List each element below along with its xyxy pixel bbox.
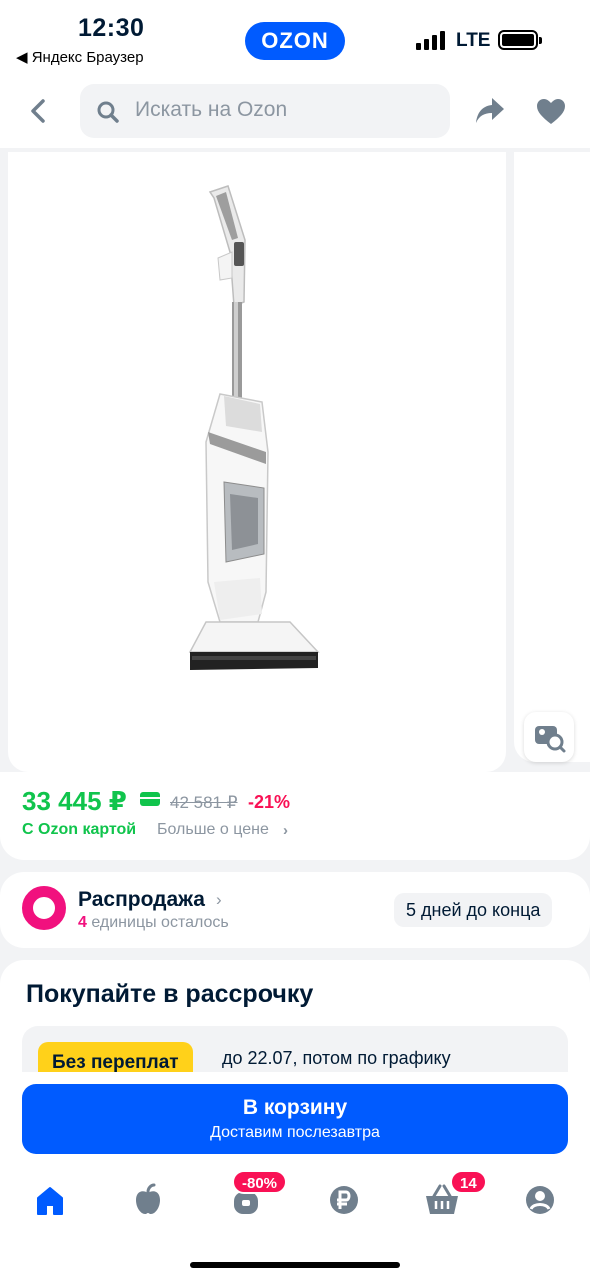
installment-title: Покупайте в рассрочку <box>26 980 314 1008</box>
sale-ring-icon <box>22 886 66 930</box>
back-to-app-link[interactable]: ◀ Яндекс Браузер <box>16 48 144 66</box>
bottom-bar: В корзину Доставим послезавтра -80% 14 <box>0 1072 590 1280</box>
discount-badge: -80% <box>232 1170 288 1194</box>
image-search-button[interactable] <box>524 712 574 762</box>
price-block: 33 445 ₽ 42 581 ₽ -21% С Ozon картой Бол… <box>0 772 590 860</box>
stock-remaining: 4 единицы осталось <box>78 914 229 932</box>
search-input[interactable]: Искать на Ozon <box>80 84 450 138</box>
vacuum-cleaner-image <box>188 185 320 670</box>
price-with-card: 33 445 ₽ <box>22 786 127 816</box>
cart-count-badge: 14 <box>450 1170 487 1194</box>
home-icon[interactable] <box>30 1182 70 1218</box>
stock-count: 4 <box>78 914 87 931</box>
ruble-finance-icon[interactable] <box>324 1182 364 1218</box>
search-icon <box>97 101 119 123</box>
delivery-note: Доставим послезавтра <box>210 1124 380 1141</box>
clock: 12:30 <box>78 14 145 42</box>
old-price: 42 581 ₽ <box>170 793 238 812</box>
fresh-apple-icon[interactable] <box>128 1182 168 1218</box>
sale-banner[interactable]: Распродажа › 4 единицы осталось 5 дней д… <box>0 872 590 948</box>
days-left-badge: 5 дней до конца <box>394 893 553 927</box>
stock-label: единицы осталось <box>86 914 229 931</box>
network-type: LTE <box>456 30 491 51</box>
ozon-card-note: С Ozon картой <box>22 821 137 838</box>
chevron-right-icon: › <box>283 822 288 839</box>
ozon-logo: OZON <box>245 22 345 60</box>
top-navigation: Искать на Ozon <box>0 78 590 148</box>
ozon-card-icon <box>140 792 160 806</box>
chevron-left-icon[interactable] <box>22 94 56 128</box>
add-to-cart-label: В корзину <box>242 1096 348 1119</box>
chevron-right-icon: › <box>216 890 222 909</box>
add-to-cart-button[interactable]: В корзину Доставим послезавтра <box>22 1084 568 1154</box>
signal-icon <box>416 31 445 50</box>
next-product-image[interactable] <box>514 152 590 762</box>
image-search-icon <box>535 726 566 753</box>
share-icon[interactable] <box>474 96 506 126</box>
home-indicator <box>190 1262 400 1268</box>
search-placeholder: Искать на Ozon <box>135 98 288 121</box>
discount-percent: -21% <box>248 792 291 812</box>
sale-title: Распродажа <box>78 888 205 911</box>
installment-terms: до 22.07, потом по графику <box>222 1048 451 1068</box>
profile-icon[interactable] <box>520 1182 560 1218</box>
status-bar: 12:30 ◀ Яндекс Браузер OZON LTE <box>0 0 590 78</box>
battery-icon <box>498 30 542 50</box>
more-about-price-link[interactable]: Больше о цене <box>157 821 269 839</box>
heart-icon[interactable] <box>536 98 566 125</box>
